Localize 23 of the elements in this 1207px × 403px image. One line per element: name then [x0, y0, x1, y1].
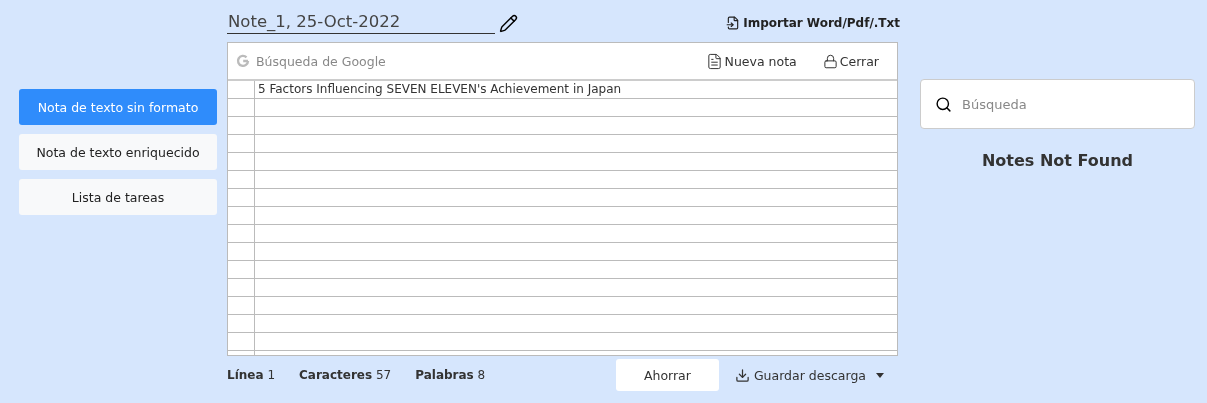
note-type-tab[interactable]: Lista de tareas: [19, 179, 217, 215]
note-type-tab[interactable]: Nota de texto enriquecido: [19, 134, 217, 170]
close-button[interactable]: Cerrar: [812, 53, 889, 69]
google-logo-icon: [236, 54, 250, 68]
file-import-icon: [726, 16, 741, 30]
stat-text: Línea 1: [227, 368, 275, 382]
google-search-field[interactable]: Búsqueda de Google: [256, 53, 690, 69]
note-text-line: 5 Factors Influencing SEVEN ELEVEN's Achievement in Japan: [257, 81, 622, 98]
save-button[interactable]: Ahorrar: [615, 359, 719, 391]
stat-text: Caracteres 57: [299, 368, 392, 382]
download-icon: [734, 367, 750, 383]
search-icon: [935, 95, 952, 113]
new-note-button[interactable]: Nueva nota: [695, 52, 807, 70]
caret-icon: [876, 372, 884, 378]
notes-search-field[interactable]: Búsqueda: [920, 79, 1195, 129]
import-link[interactable]: Importar Word/Pdf/.Txt: [726, 16, 900, 30]
note-title-field[interactable]: Note_1, 25-Oct-2022: [227, 12, 495, 34]
download-button[interactable]: Guardar descarga: [728, 366, 890, 384]
stat-text: Palabras 8: [415, 368, 486, 382]
lock-icon: [822, 53, 838, 69]
edit-icon[interactable]: [499, 13, 518, 33]
document-icon: [705, 52, 723, 70]
empty-message: Notes Not Found: [981, 151, 1134, 170]
